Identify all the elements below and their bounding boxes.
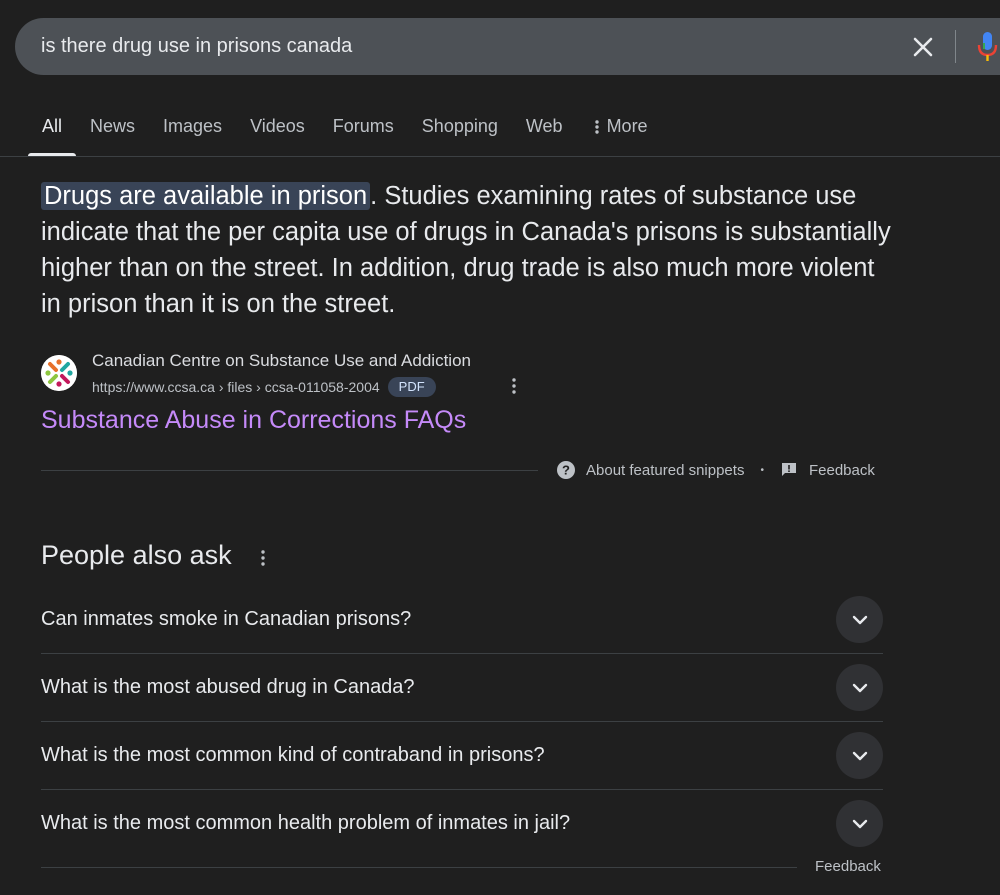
paa-question[interactable]: Can inmates smoke in Canadian prisons? xyxy=(41,586,883,654)
chevron-down-icon xyxy=(852,615,867,624)
expand-button[interactable] xyxy=(836,800,883,847)
search-bar[interactable]: is there drug use in prisons canada xyxy=(15,18,1000,75)
more-vert-icon[interactable] xyxy=(256,548,270,568)
tab-images[interactable]: Images xyxy=(149,104,236,156)
source-name: Canadian Centre on Substance Use and Add… xyxy=(92,351,471,370)
snippet-divider xyxy=(41,470,538,471)
paa-feedback-link[interactable]: Feedback xyxy=(815,858,881,875)
search-tabs: All News Images Videos Forums Shopping W… xyxy=(28,104,662,156)
tab-all[interactable]: All xyxy=(28,104,77,156)
tab-shopping[interactable]: Shopping xyxy=(408,104,512,156)
featured-snippet-text: Drugs are available in prison. Studies e… xyxy=(41,178,901,322)
search-input[interactable]: is there drug use in prisons canada xyxy=(41,35,352,58)
separator-dot: • xyxy=(760,464,764,476)
close-icon[interactable] xyxy=(910,34,936,60)
chevron-down-icon xyxy=(852,683,867,692)
expand-button[interactable] xyxy=(836,596,883,643)
search-divider xyxy=(955,30,956,63)
more-vert-icon xyxy=(594,120,599,134)
tab-forums[interactable]: Forums xyxy=(319,104,408,156)
paa-question[interactable]: What is the most common kind of contraba… xyxy=(41,722,883,790)
about-featured-snippets-link[interactable]: ? About featured snippets xyxy=(556,460,744,480)
svg-text:?: ? xyxy=(562,463,570,478)
tab-news[interactable]: News xyxy=(76,104,149,156)
more-vert-icon[interactable] xyxy=(508,376,520,396)
expand-button[interactable] xyxy=(836,732,883,779)
paa-divider xyxy=(41,867,797,868)
feedback-link[interactable]: Feedback xyxy=(780,461,875,479)
microphone-icon[interactable] xyxy=(975,30,999,64)
chevron-down-icon xyxy=(852,751,867,760)
source-url: https://www.ccsa.ca › files › ccsa-01105… xyxy=(92,377,436,397)
ccsa-logo-icon xyxy=(41,355,77,391)
feedback-icon xyxy=(781,463,796,476)
help-icon: ? xyxy=(557,461,575,479)
snippet-footer: ? About featured snippets • Feedback xyxy=(556,460,875,480)
tab-more[interactable]: More xyxy=(577,104,662,156)
tab-videos[interactable]: Videos xyxy=(236,104,319,156)
chevron-down-icon xyxy=(852,819,867,828)
paa-question[interactable]: What is the most abused drug in Canada? xyxy=(41,654,883,722)
snippet-source[interactable]: Canadian Centre on Substance Use and Add… xyxy=(41,350,541,398)
paa-question[interactable]: What is the most common health problem o… xyxy=(41,790,883,857)
expand-button[interactable] xyxy=(836,664,883,711)
people-also-ask-title: People also ask xyxy=(41,540,232,570)
tab-web[interactable]: Web xyxy=(512,104,577,156)
tabs-divider xyxy=(0,156,1000,157)
result-title-link[interactable]: Substance Abuse in Corrections FAQs xyxy=(41,406,466,435)
snippet-highlight: Drugs are available in prison xyxy=(41,182,371,210)
pdf-badge: PDF xyxy=(387,377,436,397)
people-also-ask-list: Can inmates smoke in Canadian prisons? W… xyxy=(41,586,883,857)
